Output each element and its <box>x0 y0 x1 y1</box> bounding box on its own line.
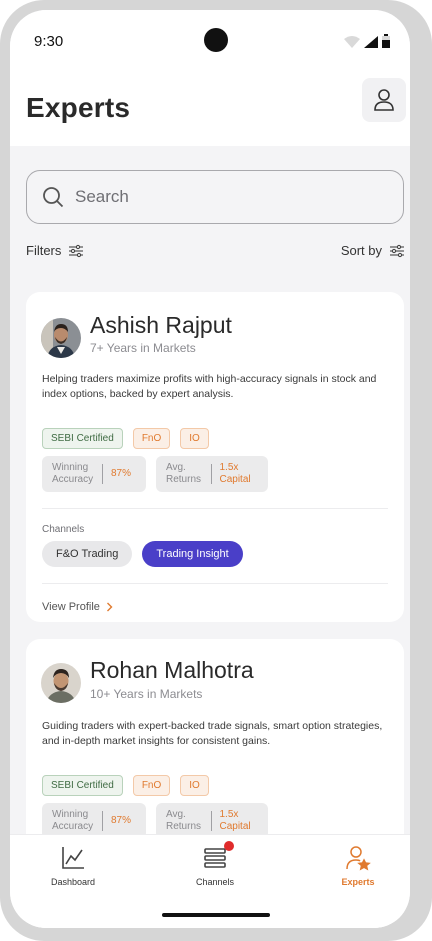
stat-value: 87% <box>111 468 132 479</box>
expert-card[interactable]: Ashish Rajput 7+ Years in Markets Helpin… <box>26 292 404 622</box>
expert-name: Ashish Rajput <box>90 312 232 338</box>
expert-photo <box>41 663 81 703</box>
nav-label-channels: Channels <box>195 877 235 887</box>
avatar <box>41 318 81 358</box>
battery-icon <box>382 34 390 48</box>
phone-frame: 9:30 Experts Filters Sort by <box>0 0 432 941</box>
stat-divider <box>102 811 103 831</box>
stat-value: 1.5x Capital <box>219 462 251 485</box>
screen: 9:30 Experts Filters Sort by <box>10 10 410 928</box>
nav-channels-icon-wrap <box>202 841 234 871</box>
expert-photo <box>41 318 81 358</box>
channel-chip-trading-insight[interactable]: Trading Insight <box>142 541 243 567</box>
home-indicator <box>162 913 270 917</box>
expert-experience: 10+ Years in Markets <box>90 687 203 701</box>
nav-item-dashboard[interactable]: Dashboard <box>23 845 123 887</box>
tag-sebi-certified: SEBI Certified <box>42 775 123 796</box>
sort-sliders-icon <box>390 244 404 257</box>
camera-cutout <box>204 28 228 52</box>
search-icon <box>43 187 64 208</box>
tag-list: SEBI Certified FnO IO <box>42 775 209 796</box>
stat-label: Avg. Returns <box>166 809 202 832</box>
sort-label: Sort by <box>340 243 382 258</box>
stat-returns: Avg. Returns 1.5x Capital <box>156 456 268 492</box>
avatar <box>41 663 81 703</box>
user-icon <box>374 89 394 111</box>
expert-experience: 7+ Years in Markets <box>90 341 196 355</box>
chart-line-icon <box>62 847 84 869</box>
nav-label-dashboard: Dashboard <box>50 877 96 887</box>
tag-sebi-certified: SEBI Certified <box>42 428 123 449</box>
stats-row: Winning Accuracy 87% Avg. Returns 1.5x C… <box>42 456 268 492</box>
expert-description: Helping traders maximize profits with hi… <box>42 373 377 400</box>
bottom-nav: Dashboard Channels Experts <box>10 834 410 928</box>
tag-list: SEBI Certified FnO IO <box>42 428 209 449</box>
stat-value: 1.5x Capital <box>219 809 251 832</box>
sort-button[interactable]: Sort by <box>341 243 404 258</box>
wifi-icon <box>344 36 360 48</box>
stat-label: Winning Accuracy <box>52 809 94 832</box>
tag-io: IO <box>180 775 209 796</box>
search-input[interactable] <box>73 186 357 208</box>
stat-accuracy: Winning Accuracy 87% <box>42 456 146 492</box>
filters-button[interactable]: Filters <box>26 243 84 258</box>
chevron-right-icon <box>106 602 113 612</box>
stat-label: Winning Accuracy <box>52 462 94 485</box>
profile-button[interactable] <box>362 78 406 122</box>
view-profile-link[interactable]: View Profile <box>42 601 113 613</box>
page-header: Experts <box>10 74 410 146</box>
stat-label: Avg. Returns <box>166 462 202 485</box>
nav-item-experts[interactable]: Experts <box>308 845 408 887</box>
tag-fno: FnO <box>132 775 171 796</box>
expert-name: Rohan Malhotra <box>90 657 254 683</box>
stat-divider <box>210 464 212 484</box>
search-bar[interactable] <box>26 170 404 224</box>
divider <box>42 583 388 584</box>
status-bar: 9:30 <box>10 10 410 74</box>
nav-label-experts: Experts <box>341 877 375 887</box>
sliders-icon <box>69 244 84 257</box>
expert-user-icon <box>346 846 371 871</box>
tag-io: IO <box>180 428 209 449</box>
notification-dot <box>224 841 234 851</box>
stat-value: 87% <box>111 815 132 826</box>
status-time: 9:30 <box>34 33 64 50</box>
expert-description: Guiding traders with expert-backed trade… <box>42 720 383 747</box>
stat-divider <box>102 464 103 484</box>
divider <box>42 508 388 509</box>
system-icons <box>344 34 390 48</box>
view-profile-label: View Profile <box>42 601 100 613</box>
tag-fno: FnO <box>132 428 171 449</box>
signal-icon <box>364 36 378 48</box>
nav-item-channels[interactable]: Channels <box>165 841 265 887</box>
filters-label: Filters <box>26 243 62 258</box>
channels-label: Channels <box>42 524 85 535</box>
channel-chip-fo-trading[interactable]: F&O Trading <box>42 541 133 567</box>
page-title: Experts <box>26 92 131 123</box>
channel-chips: F&O Trading Trading Insight <box>42 541 243 567</box>
stat-divider <box>210 811 212 831</box>
